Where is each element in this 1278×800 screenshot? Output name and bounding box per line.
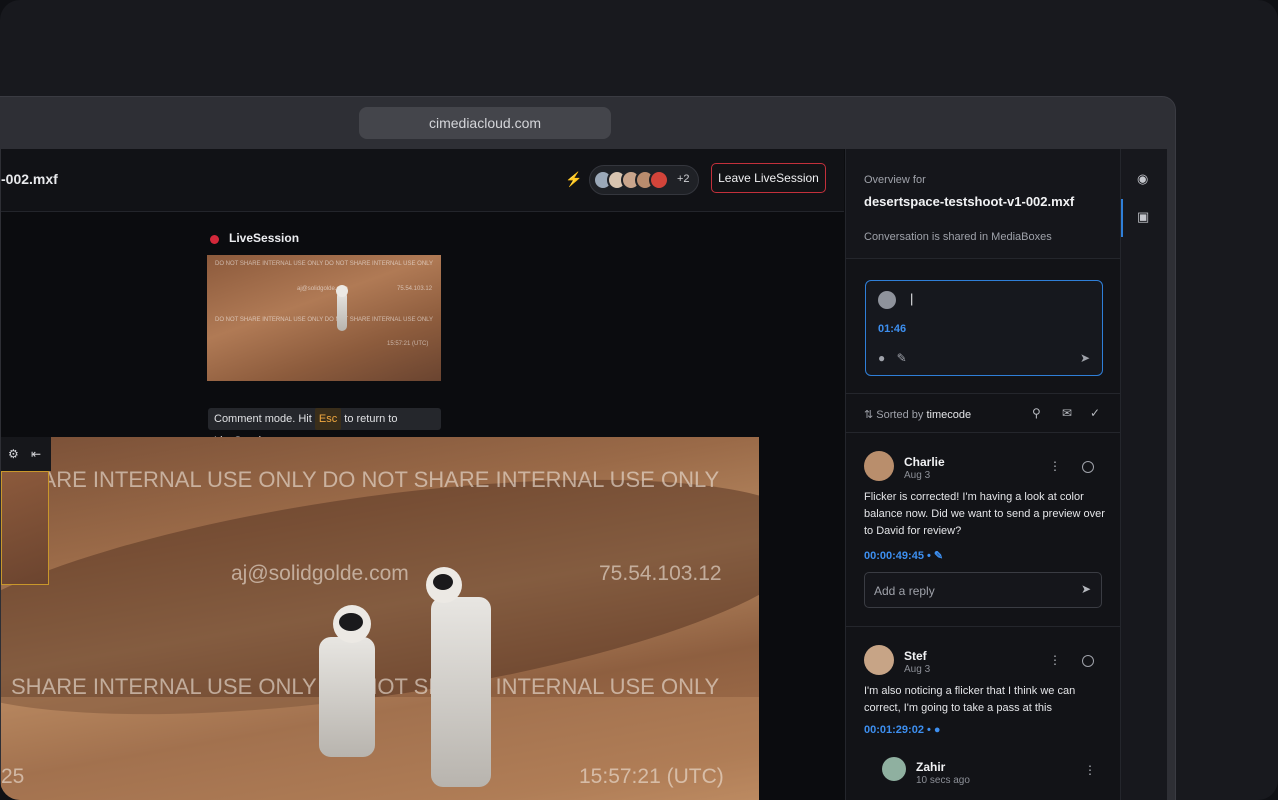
- sort-icon: ⇅: [864, 409, 874, 421]
- astronaut-figure: [319, 637, 375, 757]
- check-circle-icon[interactable]: ✓: [1090, 406, 1100, 420]
- leave-livesession-button[interactable]: Leave LiveSession: [711, 163, 826, 193]
- search-icon[interactable]: ⚲: [1032, 406, 1041, 420]
- sort-key: timecode: [926, 409, 972, 421]
- brush-icon: ✎: [933, 550, 944, 562]
- chat-icon[interactable]: ▣: [1137, 209, 1149, 225]
- overview-filename: desertspace-testshoot-v1-002.mxf: [864, 194, 1075, 209]
- video-watermark-ip: 75.54.103.12: [599, 562, 722, 585]
- participants-more-count: +2: [677, 173, 690, 185]
- video-watermark-timestamp: 15:57:21 (UTC): [579, 765, 724, 788]
- esc-key-badge: Esc: [314, 408, 342, 430]
- overview-header: Overview for desertspace-testshoot-v1-00…: [846, 149, 1121, 259]
- thumb-watermark: 75.54.103.12: [397, 286, 433, 292]
- astronaut-figure: [431, 597, 491, 787]
- avatar: [864, 645, 894, 675]
- bell-icon[interactable]: ✉: [1062, 406, 1072, 420]
- composer-tools: ● ✎: [878, 351, 907, 365]
- conversation-panel: Overview for desertspace-testshoot-v1-00…: [845, 149, 1121, 800]
- comment-body: I'm also noticing a flicker that I think…: [864, 685, 1076, 714]
- thumb-watermark: DO NOT SHARE INTERNAL USE ONLY DO NOT SH…: [215, 261, 434, 267]
- player-toolbar: ⚙ ⇤: [1, 437, 51, 471]
- desktop-background: cimediacloud.com -002.mxf ⚡ +2 Leave Liv…: [0, 0, 1278, 800]
- collapse-icon[interactable]: ⇤: [31, 447, 41, 461]
- reply-placeholder: Add a reply: [874, 584, 935, 598]
- more-icon[interactable]: ⋮: [1049, 653, 1061, 667]
- pin-icon[interactable]: ●: [878, 351, 885, 365]
- sort-label[interactable]: ⇅ Sorted by timecode: [864, 408, 971, 421]
- livesession-label: LiveSession: [229, 231, 300, 245]
- top-bar: -002.mxf ⚡ +2 Leave LiveSession: [1, 149, 844, 212]
- eye-icon[interactable]: ◉: [1137, 171, 1148, 187]
- more-icon[interactable]: ⋮: [1049, 459, 1061, 473]
- comment-body: Flicker is corrected! I'm having a look …: [864, 491, 1105, 537]
- comment-item: Charlie Aug 3 ⋮ Flicker is corrected! I'…: [846, 433, 1121, 627]
- sort-bar: ⇅ Sorted by timecode ⚲ ✉ ✓: [846, 393, 1121, 433]
- comment-composer[interactable]: | 01:46 ● ✎ ➤: [865, 280, 1103, 376]
- video-watermark: SHARE INTERNAL USE ONLY DO NOT SHARE INT…: [11, 467, 720, 492]
- send-icon[interactable]: ➤: [1081, 582, 1091, 596]
- comment-item: Stef Aug 3 ⋮ I'm also noticing a flicker…: [846, 627, 1121, 800]
- shared-note: Conversation is shared in MediaBoxes: [864, 231, 1052, 243]
- tooltip-text: Comment mode. Hit: [214, 413, 312, 425]
- mini-thumbnail[interactable]: [1, 471, 49, 585]
- composer-timecode[interactable]: 01:46: [878, 323, 906, 335]
- comment-date: Aug 3: [904, 664, 931, 675]
- comment-author: Charlie: [904, 455, 945, 469]
- thumb-watermark: DO NOT SHARE INTERNAL USE ONLY DO NOT SH…: [215, 317, 434, 323]
- browser-window: cimediacloud.com -002.mxf ⚡ +2 Leave Liv…: [0, 96, 1176, 800]
- app-screen: -002.mxf ⚡ +2 Leave LiveSession LiveSess…: [1, 149, 1167, 800]
- more-icon[interactable]: ⋮: [1084, 763, 1096, 777]
- astronaut-visor: [433, 574, 453, 590]
- video-watermark-email: aj@solidgolde.com: [231, 562, 409, 585]
- url-bar[interactable]: cimediacloud.com: [359, 107, 611, 139]
- right-icon-rail: ◉ ▣: [1120, 149, 1167, 800]
- reply-field[interactable]: Add a reply ➤: [864, 572, 1102, 608]
- send-icon[interactable]: ➤: [1080, 351, 1090, 365]
- reply-author: Zahir: [916, 760, 946, 774]
- avatar: [882, 757, 906, 781]
- brush-icon[interactable]: ✎: [897, 351, 907, 365]
- participants-group[interactable]: +2: [589, 165, 699, 195]
- astronaut-figure: [337, 291, 347, 331]
- check-circle-icon[interactable]: [1082, 461, 1094, 473]
- settings-icon[interactable]: ⚙: [8, 447, 19, 461]
- comment-timecode[interactable]: 00:00:49:45 • ✎: [864, 549, 943, 562]
- comment-timecode[interactable]: 00:01:29:02 • ●: [864, 724, 941, 736]
- reply-date: 10 secs ago: [916, 775, 970, 786]
- video-player[interactable]: SHARE INTERNAL USE ONLY DO NOT SHARE INT…: [1, 437, 759, 800]
- overview-label: Overview for: [864, 174, 926, 186]
- comment-mode-tooltip: Comment mode. Hit Esc to return to LiveS…: [208, 408, 441, 447]
- comment-timecode-text: 00:00:49:45 •: [864, 550, 931, 562]
- selected-indicator: [1121, 199, 1123, 237]
- astronaut-visor: [339, 613, 363, 631]
- bolt-icon: ⚡: [565, 171, 583, 187]
- live-indicator-dot: [210, 235, 219, 244]
- livesession-thumbnail[interactable]: DO NOT SHARE INTERNAL USE ONLY DO NOT SH…: [207, 255, 441, 381]
- file-title: -002.mxf: [1, 171, 58, 187]
- participant-avatar: [649, 170, 669, 190]
- user-avatar: [878, 291, 896, 309]
- comment-date: Aug 3: [904, 470, 931, 481]
- comment-input[interactable]: |: [910, 291, 913, 306]
- thumb-watermark: 15:57:21 (UTC): [387, 341, 429, 347]
- astronaut-helmet: [336, 285, 348, 297]
- check-circle-icon[interactable]: [1082, 655, 1094, 667]
- comment-timecode-text: 00:01:29:02 •: [864, 724, 931, 736]
- pin-icon: ●: [933, 724, 941, 736]
- sort-prefix: Sorted by: [876, 409, 924, 421]
- video-watermark-number: 25: [1, 765, 25, 788]
- comment-author: Stef: [904, 649, 927, 663]
- avatar: [864, 451, 894, 481]
